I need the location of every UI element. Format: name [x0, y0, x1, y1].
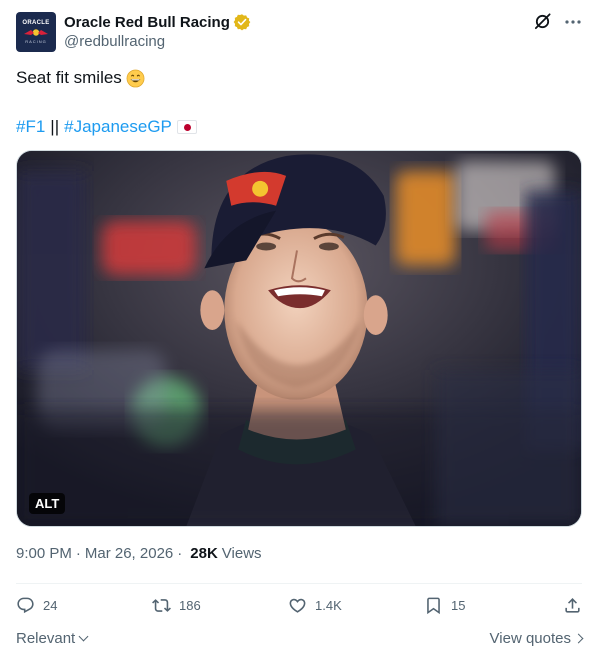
more-icon[interactable] [564, 13, 582, 31]
hashtag-separator: || [50, 117, 60, 136]
sort-label: Relevant [16, 630, 76, 647]
avatar-text-top: ORACLE [22, 20, 50, 26]
handle[interactable]: @redbullracing [64, 33, 165, 50]
repost-icon [152, 599, 171, 612]
views-label: Views [221, 545, 262, 562]
red-bull-logo-icon [24, 29, 48, 36]
view-quotes-label: View quotes [489, 630, 571, 647]
tweet-meta: 9:00 PM · Mar 26, 2026 · 28K Views [16, 545, 262, 562]
alt-badge[interactable]: ALT [29, 493, 66, 514]
tweet-text-content: Seat fit smiles [16, 68, 122, 87]
header-actions [533, 12, 582, 31]
reply-icon [17, 597, 34, 614]
tweet-date[interactable]: Mar 26, 2026 [85, 545, 173, 562]
grok-icon[interactable] [533, 12, 552, 31]
repost-button[interactable]: 186 [152, 596, 201, 615]
hashtag-japanesegp[interactable]: #JapaneseGP [64, 117, 172, 137]
hashtags-line: #F1 || #JapaneseGP [16, 117, 197, 137]
heart-icon [289, 598, 306, 613]
like-count: 1.4K [315, 598, 342, 613]
tweet-photo[interactable]: ALT [16, 150, 582, 527]
meta-dot-2: · [177, 545, 183, 562]
tweet-time[interactable]: 9:00 PM [16, 545, 72, 562]
bookmark-count: 15 [451, 598, 466, 613]
chevron-down-icon [78, 631, 89, 642]
bookmark-button[interactable]: 15 [424, 596, 465, 615]
repost-count: 186 [179, 598, 201, 613]
verified-badge-icon[interactable] [233, 13, 251, 31]
bookmark-icon [427, 597, 440, 615]
meta-dot: · [75, 545, 81, 562]
author-name-row: Oracle Red Bull Racing [64, 12, 251, 32]
share-icon [565, 598, 580, 613]
reply-count: 24 [43, 598, 58, 613]
avatar[interactable]: ORACLE RACING [16, 12, 56, 52]
japan-flag-icon [176, 120, 197, 134]
sort-dropdown[interactable]: Relevant [16, 630, 89, 647]
reply-button[interactable]: 24 [16, 596, 57, 615]
replies-footer: Relevant View quotes [16, 630, 584, 647]
tweet-text: Seat fit smiles [16, 68, 145, 88]
divider [16, 583, 582, 584]
hashtag-f1[interactable]: #F1 [16, 117, 45, 137]
like-button[interactable]: 1.4K [288, 596, 342, 615]
display-name[interactable]: Oracle Red Bull Racing [64, 14, 230, 31]
action-bar: 24 186 1.4K 15 [16, 596, 582, 618]
grinning-face-emoji [126, 69, 145, 87]
views-count: 28K [190, 545, 218, 562]
share-button[interactable] [563, 596, 582, 615]
chevron-right-icon [573, 633, 584, 644]
view-quotes-link[interactable]: View quotes [489, 630, 584, 647]
avatar-text-bottom: RACING [25, 39, 47, 44]
photo-image [17, 151, 581, 526]
